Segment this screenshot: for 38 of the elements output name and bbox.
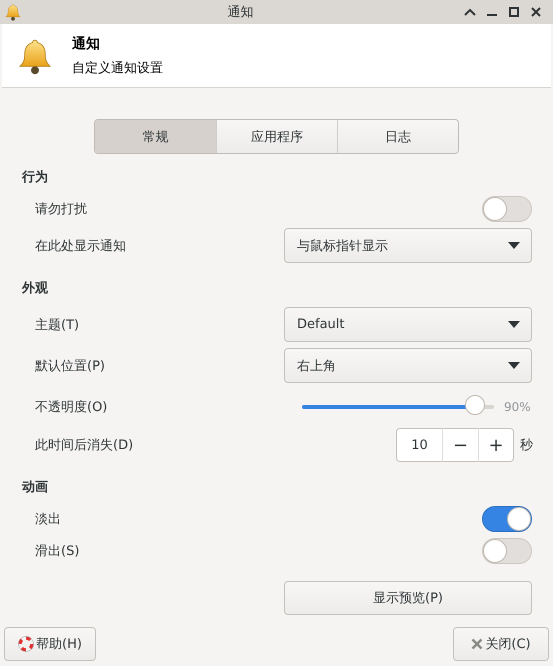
dropdown-caret-icon (508, 362, 520, 369)
header-subtitle: 自定义通知设置 (72, 60, 163, 76)
section-heading: 外观 (22, 280, 49, 297)
dropdown[interactable]: 与鼠标指针显示 (284, 228, 532, 263)
bell-icon (4, 3, 22, 21)
setting-label: 主题(T) (35, 316, 80, 334)
header-title: 通知 (72, 34, 101, 52)
section-heading: 行为 (22, 169, 49, 186)
increment-button[interactable]: + (478, 428, 514, 462)
help-button[interactable]: 帮助(H) (4, 627, 96, 661)
slider-value: 90% (504, 400, 532, 414)
tab[interactable]: 日志 (337, 120, 458, 153)
toggle-switch[interactable] (482, 506, 532, 532)
dropdown[interactable]: Default (284, 307, 532, 342)
setting-label: 此时间后消失(D) (35, 437, 134, 454)
close-icon (471, 638, 484, 650)
toggle-switch[interactable] (482, 538, 532, 564)
toggle-switch[interactable] (482, 196, 532, 222)
close-button[interactable]: 关闭(C) (453, 627, 549, 661)
window-title: 通知 (226, 4, 254, 21)
dropdown-caret-icon (508, 242, 520, 249)
setting-label: 滑出(S) (35, 543, 80, 560)
setting-label: 默认位置(P) (35, 358, 105, 374)
number-field[interactable]: 10 (396, 428, 443, 462)
setting-label: 在此处显示通知 (35, 238, 126, 254)
section-heading: 动画 (22, 479, 49, 496)
dropdown[interactable]: 右上角 (284, 348, 532, 383)
setting-label: 不透明度(O) (35, 398, 108, 416)
lifebuoy-icon (18, 636, 34, 652)
setting-label: 淡出 (35, 511, 61, 528)
setting-label: 请勿打扰 (35, 201, 87, 218)
preview-button[interactable]: 显示预览(P) (284, 581, 532, 615)
tab[interactable]: 应用程序 (216, 120, 337, 153)
dropdown-caret-icon (508, 321, 520, 328)
unit-label: 秒 (520, 437, 533, 454)
tab[interactable]: 常规 (95, 120, 216, 153)
decrement-button[interactable]: − (443, 428, 478, 462)
slider-thumb[interactable] (464, 394, 485, 414)
